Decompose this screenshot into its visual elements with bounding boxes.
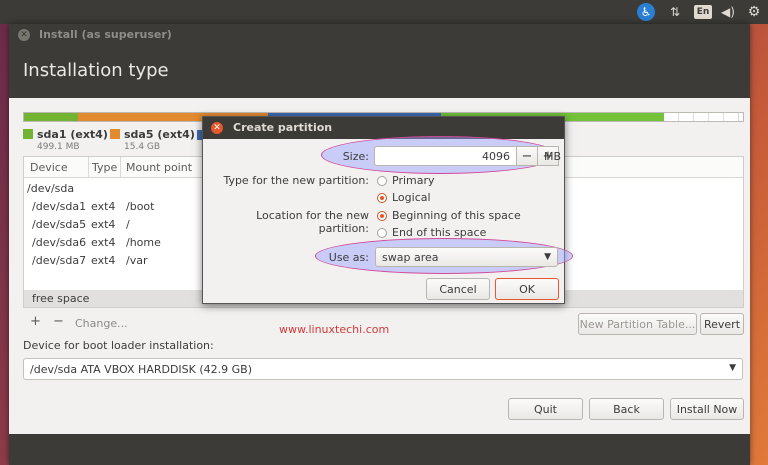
legend-swatch <box>23 129 33 139</box>
cell-mount: /var <box>126 254 148 267</box>
cell-device: /dev/sda1 <box>32 200 87 213</box>
cell-mount: /boot <box>126 200 155 213</box>
legend-label: sda5 (ext4) <box>124 128 195 141</box>
radio-indicator-checked <box>377 192 387 203</box>
radio-indicator <box>377 227 387 238</box>
cell-mount: /home <box>126 236 161 249</box>
system-gear-icon[interactable]: ⚙ <box>745 3 763 21</box>
dialog-header: ✕ Create partition <box>203 117 564 139</box>
size-input[interactable]: 4096 <box>374 146 517 166</box>
legend-sda5: sda5 (ext4) 15.4 GB <box>110 128 195 152</box>
change-partition-button[interactable]: Change... <box>75 317 128 330</box>
cell-type: ext4 <box>91 236 116 249</box>
use-as-label: Use as: <box>328 251 369 264</box>
create-partition-dialog: ✕ Create partition Size: 4096 − + MB Typ… <box>202 116 573 304</box>
radio-logical[interactable]: Logical <box>377 191 431 204</box>
dialog-close-icon[interactable]: ✕ <box>211 122 223 134</box>
top-panel: ♿ ⇅ En ◀) ⚙ <box>0 0 768 24</box>
radio-label: End of this space <box>392 226 487 239</box>
radio-beginning[interactable]: Beginning of this space <box>377 209 521 222</box>
cell-mount: / <box>126 218 130 231</box>
radio-indicator <box>377 175 387 186</box>
column-header-type[interactable]: Type <box>92 161 117 174</box>
cell-type: ext4 <box>91 218 116 231</box>
legend-sda1: sda1 (ext4) 499.1 MB <box>23 128 108 152</box>
partition-bar-segment-sda1 <box>24 113 78 121</box>
new-partition-table-button[interactable]: New Partition Table... <box>578 313 697 335</box>
legend-swatch <box>110 129 120 139</box>
cancel-button[interactable]: Cancel <box>426 278 490 300</box>
cell-device: /dev/sda7 <box>32 254 87 267</box>
close-icon[interactable]: ✕ <box>18 29 30 41</box>
column-divider <box>88 157 89 178</box>
quit-button[interactable]: Quit <box>508 398 583 420</box>
network-icon[interactable]: ⇅ <box>666 3 684 21</box>
volume-icon[interactable]: ◀) <box>718 3 738 21</box>
window-header: ✕ Install (as superuser) Installation ty… <box>9 24 750 98</box>
cell-device: /dev/sda <box>27 182 75 195</box>
legend-size: 15.4 GB <box>124 142 161 152</box>
column-header-device[interactable]: Device <box>30 161 68 174</box>
dialog-title: Create partition <box>233 121 333 134</box>
window-footer <box>9 434 750 465</box>
radio-primary[interactable]: Primary <box>377 174 435 187</box>
window-title: Install (as superuser) <box>39 28 172 41</box>
size-label: Size: <box>342 150 369 163</box>
size-decrement-button[interactable]: − <box>516 146 538 166</box>
partition-type-label: Type for the new partition: <box>223 174 369 187</box>
chevron-down-icon: ▼ <box>729 363 736 373</box>
watermark: www.linuxtechi.com <box>279 323 390 336</box>
radio-end[interactable]: End of this space <box>377 226 486 239</box>
boot-loader-label: Device for boot loader installation: <box>23 339 214 352</box>
cell-type: ext4 <box>91 254 116 267</box>
cell-device: /dev/sda6 <box>32 236 87 249</box>
legend-size: 499.1 MB <box>37 142 80 152</box>
partition-bar-segment-free <box>663 113 743 121</box>
partition-location-label: Location for the new partition: <box>256 209 369 235</box>
boot-loader-value: /dev/sda ATA VBOX HARDDISK (42.9 GB) <box>30 363 253 376</box>
remove-partition-button[interactable]: − <box>53 314 64 329</box>
cell-device: free space <box>32 292 90 305</box>
accessibility-icon[interactable]: ♿ <box>637 3 655 21</box>
use-as-select[interactable]: swap area ▼ <box>375 247 558 267</box>
install-now-button[interactable]: Install Now <box>670 398 744 420</box>
page-title: Installation type <box>23 60 169 81</box>
ok-button[interactable]: OK <box>495 278 559 300</box>
cell-type: ext4 <box>91 200 116 213</box>
back-button[interactable]: Back <box>589 398 664 420</box>
radio-label: Logical <box>392 191 431 204</box>
cell-device: /dev/sda5 <box>32 218 87 231</box>
keyboard-language-icon[interactable]: En <box>694 5 712 19</box>
radio-label: Primary <box>392 174 435 187</box>
size-value: 4096 <box>482 150 510 163</box>
column-header-mount[interactable]: Mount point <box>126 161 192 174</box>
revert-button[interactable]: Revert <box>700 313 744 335</box>
column-divider <box>120 157 121 178</box>
legend-label: sda1 (ext4) <box>37 128 108 141</box>
boot-loader-select[interactable]: /dev/sda ATA VBOX HARDDISK (42.9 GB) ▼ <box>23 358 743 380</box>
radio-label: Beginning of this space <box>392 209 521 222</box>
chevron-down-icon: ▼ <box>544 252 551 262</box>
size-unit: MB <box>543 150 561 163</box>
use-as-value: swap area <box>382 251 439 264</box>
add-partition-button[interactable]: + <box>30 314 41 329</box>
radio-indicator-checked <box>377 210 387 221</box>
